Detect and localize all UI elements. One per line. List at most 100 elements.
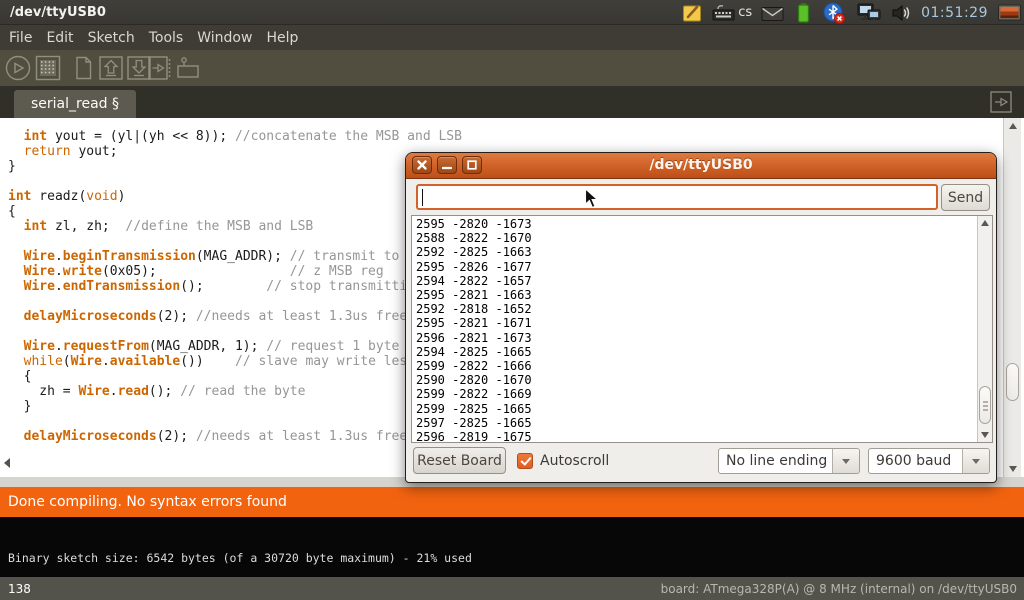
code-line [8,174,462,189]
keyboard-layout-icon[interactable]: cs [712,2,752,24]
serial-scrollbar[interactable] [977,216,992,442]
serial-output: 2595 -2820 -16732588 -2822 -16702592 -28… [411,215,993,443]
minimize-icon[interactable] [437,156,457,174]
serial-line: 2592 -2818 -1652 [416,302,532,316]
baud-rate-value: 9600 baud [869,449,962,473]
open-sketch-icon[interactable] [97,54,125,82]
toolbar [0,50,1024,86]
editor-scrollbar-thumb[interactable] [1006,363,1019,401]
menu-window[interactable]: Window [190,30,259,46]
build-console: Binary sketch size: 6542 bytes (of a 307… [0,517,1024,577]
note-icon[interactable] [682,2,703,24]
volume-icon[interactable] [890,2,912,24]
code-line: delayMicroseconds(2); //needs at least 1… [8,429,462,444]
chevron-down-icon[interactable] [832,449,859,473]
bluetooth-icon[interactable] [822,1,846,25]
line-number: 138 [0,582,31,596]
serial-line: 2594 -2822 -1657 [416,274,532,288]
ide-status-bar: 138 board: ATmega328P(A) @ 8 MHz (intern… [0,577,1024,600]
menu-file[interactable]: File [2,30,39,46]
serial-line: 2590 -2820 -1670 [416,373,532,387]
reset-board-button[interactable]: Reset Board [413,447,506,474]
serial-monitor-controls: Reset Board Autoscroll No line ending 96… [406,447,996,476]
tab-bar: serial_read § [0,86,1024,118]
network-icon[interactable] [855,1,881,24]
serial-line: 2588 -2822 -1670 [416,231,532,245]
scroll-down-icon[interactable] [981,432,989,438]
autoscroll-label[interactable]: Autoscroll [540,453,609,469]
editor-scrollbar[interactable] [1003,118,1021,477]
line-ending-dropdown[interactable]: No line ending [718,448,860,474]
menu-bar: FileEditSketchToolsWindowHelp [0,25,1024,50]
serial-line: 2599 -2822 -1666 [416,359,532,373]
serial-line: 2595 -2820 -1673 [416,217,532,231]
serial-line: 2595 -2821 -1663 [416,288,532,302]
build-console-text: Binary sketch size: 6542 bytes (of a 307… [8,551,472,565]
code-line: while(Wire.available()) // slave may wri… [8,354,462,369]
code-line: return yout; [8,144,462,159]
session-icon[interactable] [997,2,1022,24]
compile-status-bar: Done compiling. No syntax errors found [0,487,1024,517]
scroll-up-icon[interactable] [1009,123,1017,129]
serial-line: 2597 -2825 -1665 [416,416,532,430]
send-button[interactable]: Send [941,184,990,211]
close-icon[interactable] [412,156,432,174]
code-line: { [8,204,462,219]
code-line: Wire.beginTransmission(MAG_ADDR); // tra… [8,249,462,264]
code-line: zh = Wire.read(); // read the byte [8,384,462,399]
verify-icon[interactable] [4,54,32,82]
serial-line: 2599 -2825 -1665 [416,402,532,416]
text-caret [422,189,423,206]
desktop-panel: /dev/ttyUSB0 cs 01:5 [0,0,1024,25]
maximize-icon[interactable] [462,156,482,174]
hscroll-left-arrow-icon[interactable] [4,458,10,468]
serial-scrollbar-thumb[interactable] [979,386,991,424]
baud-rate-dropdown[interactable]: 9600 baud [868,448,990,474]
serial-monitor-icon[interactable] [174,54,202,82]
code-line: { [8,369,462,384]
menu-sketch[interactable]: Sketch [81,30,142,46]
code-line: int yout = (yl|(yh << 8)); //concatenate… [8,129,462,144]
code-line: Wire.requestFrom(MAG_ADDR, 1); // reques… [8,339,462,354]
code-line [8,414,462,429]
mouse-cursor [584,188,600,213]
serial-line: 2595 -2826 -1677 [416,260,532,274]
scroll-down-icon[interactable] [1009,466,1017,472]
serial-line: 2594 -2825 -1665 [416,345,532,359]
serial-input-field[interactable] [416,184,938,210]
board-info: board: ATmega328P(A) @ 8 MHz (internal) … [661,582,1017,596]
serial-monitor-titlebar[interactable]: /dev/ttyUSB0 [406,153,996,179]
serial-line: 2596 -2819 -1675 [416,430,532,443]
autoscroll-checkbox[interactable] [517,453,533,469]
scroll-up-icon[interactable] [981,220,989,226]
serial-line: 2595 -2821 -1671 [416,316,532,330]
line-ending-value: No line ending [719,449,832,473]
system-tray: cs 01:51:29 [682,0,1022,25]
serial-monitor-window: /dev/ttyUSB0 Send 2595 -2820 -16732588 -… [405,152,997,483]
menu-help[interactable]: Help [259,30,305,46]
code-line: Wire.write(0x05); // z MSB reg [8,264,462,279]
menu-edit[interactable]: Edit [39,30,80,46]
screen: /dev/ttyUSB0 cs 01:5 [0,0,1024,600]
battery-icon[interactable] [793,1,813,24]
stop-icon[interactable] [34,54,62,82]
code-line: } [8,399,462,414]
code-line: int readz(void) [8,189,462,204]
code-line: Wire.endTransmission(); // stop transmit… [8,279,462,294]
upload-icon[interactable] [146,54,174,82]
code-line: int zl, zh; //define the MSB and LSB [8,219,462,234]
serial-output-text: 2595 -2820 -16732588 -2822 -16702592 -28… [416,217,532,443]
clock[interactable]: 01:51:29 [921,5,988,21]
menu-tools[interactable]: Tools [142,30,191,46]
mail-icon[interactable] [761,2,784,24]
tab-serial-read[interactable]: serial_read § [14,90,136,118]
serial-monitor-title: /dev/ttyUSB0 [406,153,996,178]
code-line [8,234,462,249]
tab-menu-icon[interactable] [990,91,1012,113]
chevron-down-icon[interactable] [962,449,989,473]
new-sketch-icon[interactable] [69,54,97,82]
code-line: } [8,159,462,174]
code-line: delayMicroseconds(2); //needs at least 1… [8,309,462,324]
serial-line: 2592 -2825 -1663 [416,245,532,259]
code-line [8,324,462,339]
